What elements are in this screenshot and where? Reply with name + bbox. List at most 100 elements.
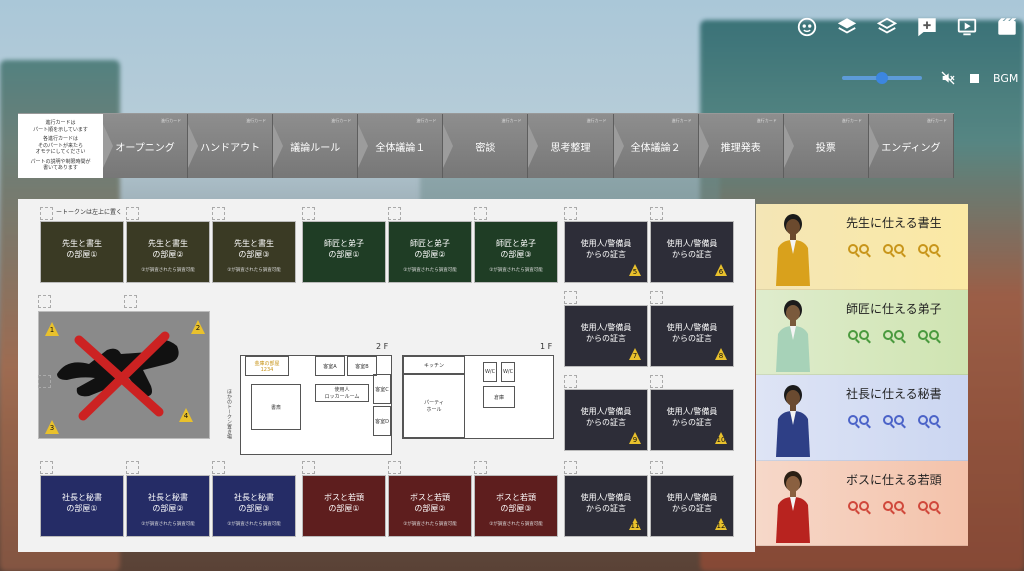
layers-icon[interactable] xyxy=(834,14,860,40)
crime-scene-card[interactable]: 1 2 3 4 xyxy=(38,311,210,439)
magnifier-icon[interactable] xyxy=(894,415,904,425)
volume-knob[interactable] xyxy=(876,72,888,84)
magnifier-icon[interactable] xyxy=(883,500,893,511)
magnifier-icon[interactable] xyxy=(848,415,858,425)
magnifier-icon[interactable] xyxy=(918,244,928,254)
magnifier-icon[interactable] xyxy=(859,415,869,425)
token-slot[interactable] xyxy=(564,291,577,304)
stop-icon[interactable] xyxy=(970,73,979,83)
magnifier-pair[interactable] xyxy=(848,329,869,340)
token-slot[interactable] xyxy=(302,207,315,220)
mute-icon[interactable] xyxy=(940,70,956,86)
testimony-card-5[interactable]: 使用人/警備員 からの証言 5 xyxy=(564,221,648,283)
token-slot[interactable] xyxy=(212,461,225,474)
token-slot[interactable] xyxy=(212,207,225,220)
magnifier-icon[interactable] xyxy=(883,244,893,254)
character-card-1[interactable]: 先生に仕える書生 xyxy=(756,204,968,290)
token-slot[interactable] xyxy=(126,207,139,220)
room-card-boss-1[interactable]: ボスと若頭 の部屋① xyxy=(302,475,386,537)
magnifier-icon[interactable] xyxy=(859,500,869,511)
add-note-icon[interactable] xyxy=(914,14,940,40)
magnifier-pair[interactable] xyxy=(918,244,939,254)
magnifier-icon[interactable] xyxy=(894,244,904,254)
magnifier-pair[interactable] xyxy=(918,500,939,511)
magnifier-pair[interactable] xyxy=(848,500,869,511)
volume-slider[interactable] xyxy=(842,72,922,84)
testimony-card-12[interactable]: 使用人/警備員 からの証言 12 xyxy=(650,475,734,537)
phase-card-discussion-1[interactable]: 進行カード 全体議論１ xyxy=(358,114,444,178)
layers-outline-icon[interactable] xyxy=(874,14,900,40)
token-slot[interactable] xyxy=(474,207,487,220)
room-card-apprentice-1[interactable]: 師匠と弟子 の部屋① xyxy=(302,221,386,283)
testimony-card-8[interactable]: 使用人/警備員 からの証言 8 xyxy=(650,305,734,367)
room-card-scholar-3[interactable]: 先生と書生 の部屋③ ②が調査されたら調査可能 xyxy=(212,221,296,283)
token-slot[interactable] xyxy=(650,461,663,474)
magnifier-icon[interactable] xyxy=(929,329,939,340)
magnifier-pair[interactable] xyxy=(883,415,904,425)
token-slot[interactable] xyxy=(388,207,401,220)
magnifier-icon[interactable] xyxy=(929,500,939,511)
testimony-card-9[interactable]: 使用人/警備員 からの証言 9 xyxy=(564,389,648,451)
token-slot[interactable] xyxy=(650,291,663,304)
magnifier-icon[interactable] xyxy=(929,415,939,425)
screen-icon[interactable] xyxy=(954,14,980,40)
token-slot[interactable] xyxy=(474,461,487,474)
magnifier-pair[interactable] xyxy=(883,244,904,254)
token-slot[interactable] xyxy=(40,207,53,220)
token-slot[interactable] xyxy=(38,375,51,388)
magnifier-pair[interactable] xyxy=(848,415,869,425)
token-slot[interactable] xyxy=(650,207,663,220)
room-card-scholar-1[interactable]: 先生と書生 の部屋① xyxy=(40,221,124,283)
magnifier-icon[interactable] xyxy=(929,244,939,254)
cinema-icon[interactable] xyxy=(994,14,1020,40)
room-card-secretary-1[interactable]: 社長と秘書 の部屋① xyxy=(40,475,124,537)
testimony-card-11[interactable]: 使用人/警備員 からの証言 11 xyxy=(564,475,648,537)
magnifier-icon[interactable] xyxy=(894,329,904,340)
phase-card-thinking[interactable]: 進行カード 思考整理 xyxy=(528,114,614,178)
magnifier-icon[interactable] xyxy=(883,415,893,425)
phase-card-secret-talk[interactable]: 進行カード 密談 xyxy=(443,114,529,178)
bgm-label[interactable]: BGM xyxy=(993,72,1018,85)
testimony-card-7[interactable]: 使用人/警備員 からの証言 7 xyxy=(564,305,648,367)
token-slot[interactable] xyxy=(38,295,51,308)
token-slot[interactable] xyxy=(650,375,663,388)
magnifier-icon[interactable] xyxy=(848,500,858,511)
room-card-secretary-3[interactable]: 社長と秘書 の部屋③ ②が調査されたら調査可能 xyxy=(212,475,296,537)
testimony-card-6[interactable]: 使用人/警備員 からの証言 6 xyxy=(650,221,734,283)
magnifier-icon[interactable] xyxy=(859,244,869,254)
phase-card-ending[interactable]: 進行カード エンディング xyxy=(868,114,954,178)
phase-card-deduction[interactable]: 進行カード 推理発表 xyxy=(698,114,784,178)
token-slot[interactable] xyxy=(564,375,577,388)
token-slot[interactable] xyxy=(40,461,53,474)
magnifier-pair[interactable] xyxy=(918,415,939,425)
character-card-2[interactable]: 師匠に仕える弟子 xyxy=(756,289,968,375)
room-card-scholar-2[interactable]: 先生と書生 の部屋② ②が調査されたら調査可能 xyxy=(126,221,210,283)
character-card-4[interactable]: ボスに仕える若頭 xyxy=(756,460,968,546)
magnifier-icon[interactable] xyxy=(918,415,928,425)
magnifier-icon[interactable] xyxy=(848,329,858,340)
room-card-boss-3[interactable]: ボスと若頭 の部屋③ ②が調査されたら調査可能 xyxy=(474,475,558,537)
character-card-3[interactable]: 社長に仕える秘書 xyxy=(756,375,968,461)
magnifier-pair[interactable] xyxy=(883,329,904,340)
token-slot[interactable] xyxy=(388,461,401,474)
phase-card-opening[interactable]: 進行カード オープニング xyxy=(103,114,189,178)
token-slot[interactable] xyxy=(124,295,137,308)
magnifier-pair[interactable] xyxy=(848,244,869,254)
room-card-apprentice-3[interactable]: 師匠と弟子 の部屋③ ②が調査されたら調査可能 xyxy=(474,221,558,283)
phase-card-rules[interactable]: 進行カード 議論ルール xyxy=(273,114,359,178)
testimony-card-10[interactable]: 使用人/警備員 からの証言 10 xyxy=(650,389,734,451)
phase-card-discussion-2[interactable]: 進行カード 全体議論２ xyxy=(613,114,699,178)
magnifier-pair[interactable] xyxy=(883,500,904,511)
magnifier-icon[interactable] xyxy=(894,500,904,511)
token-slot[interactable] xyxy=(302,461,315,474)
phase-card-handout[interactable]: 進行カード ハンドアウト xyxy=(188,114,274,178)
magnifier-icon[interactable] xyxy=(848,244,858,254)
face-icon[interactable] xyxy=(794,14,820,40)
token-slot[interactable] xyxy=(126,461,139,474)
room-card-boss-2[interactable]: ボスと若頭 の部屋② ②が調査されたら調査可能 xyxy=(388,475,472,537)
phase-card-vote[interactable]: 進行カード 投票 xyxy=(783,114,869,178)
room-card-secretary-2[interactable]: 社長と秘書 の部屋② ②が調査されたら調査可能 xyxy=(126,475,210,537)
magnifier-icon[interactable] xyxy=(918,329,928,340)
token-slot[interactable] xyxy=(564,461,577,474)
magnifier-icon[interactable] xyxy=(859,329,869,340)
